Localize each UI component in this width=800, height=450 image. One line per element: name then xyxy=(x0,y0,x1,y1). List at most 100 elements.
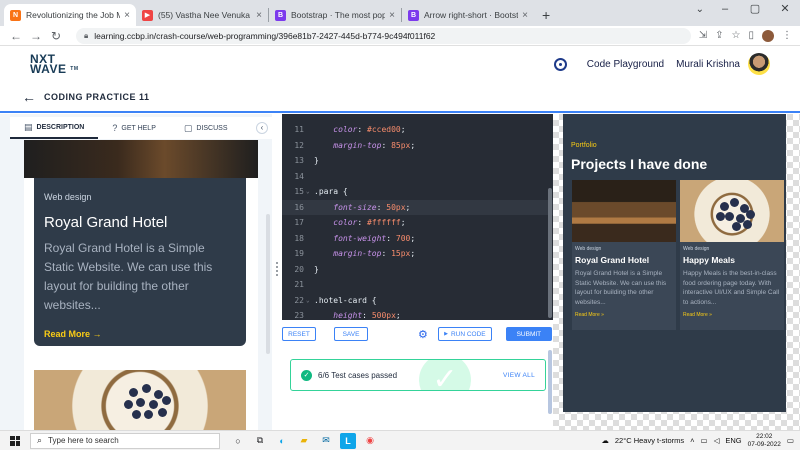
new-tab-button[interactable]: + xyxy=(542,7,550,23)
preview-card-category: Web design xyxy=(683,246,710,252)
user-avatar[interactable] xyxy=(748,53,770,75)
tab-close-icon[interactable]: × xyxy=(124,10,130,21)
minimize-icon[interactable]: – xyxy=(710,0,740,20)
editor-scrollbar[interactable] xyxy=(548,188,552,318)
code-line[interactable]: 13} xyxy=(282,153,553,169)
forward-icon[interactable]: → xyxy=(28,29,44,43)
blueberry-decoration xyxy=(158,408,167,417)
browser-tab[interactable]: B Arrow right-short · Bootstrap Icon× xyxy=(402,4,534,26)
nxtwave-logo[interactable]: NXT WAVE TM xyxy=(30,53,79,75)
back-icon[interactable]: ← xyxy=(8,29,24,43)
line-number: 23 xyxy=(294,311,304,320)
blueberry-decoration xyxy=(746,210,755,219)
code-line[interactable]: 11 color: #cced00; xyxy=(282,122,553,138)
preview-card-category: Web design xyxy=(575,246,602,252)
submit-button[interactable]: SUBMIT xyxy=(505,327,552,341)
user-name[interactable]: Murali Krishna xyxy=(676,59,740,70)
tab-discuss[interactable]: ▢ DISCUSS xyxy=(170,117,242,139)
code-playground-link[interactable]: Code Playground xyxy=(587,59,664,70)
menu-kebab-icon[interactable]: ⋮ xyxy=(782,30,792,41)
file-explorer-icon[interactable]: ▰ xyxy=(296,433,312,449)
results-scrollbar[interactable] xyxy=(548,350,552,414)
tray-chevron-icon[interactable]: ˄ xyxy=(690,436,694,445)
tab-close-icon[interactable]: × xyxy=(522,10,528,21)
preview-meals-image xyxy=(680,180,784,242)
success-check-icon: ✓ xyxy=(419,360,471,390)
language-indicator[interactable]: ENG xyxy=(725,436,741,445)
browser-tab-bar: NRevolutionizing the Job Market |×▶(55) … xyxy=(0,0,800,26)
weather-icon[interactable]: ☁ xyxy=(601,436,609,445)
l-app-icon[interactable]: L xyxy=(340,432,356,449)
url-input[interactable]: 🔒︎ learning.ccbp.in/crash-course/web-pro… xyxy=(76,27,691,44)
close-window-icon[interactable]: ✕ xyxy=(770,0,800,20)
left-scrollbar[interactable] xyxy=(266,214,270,354)
volume-icon[interactable]: ◁ xyxy=(714,436,720,445)
code-line[interactable]: 23 height: 500px; xyxy=(282,308,553,320)
code-line[interactable]: 12 margin-top: 85px; xyxy=(282,138,553,154)
blueberry-decoration xyxy=(743,220,752,229)
preview-read-more-link[interactable]: Read More » xyxy=(575,312,676,318)
clock[interactable]: 22:02 07-09-2022 xyxy=(748,433,781,449)
view-all-link[interactable]: VIEW ALL xyxy=(503,372,535,379)
nxtwave-favicon: N xyxy=(10,9,21,21)
code-line[interactable]: 17 color: #ffffff; xyxy=(282,215,553,231)
line-number: 22 xyxy=(294,295,304,305)
play-icon: ▶ xyxy=(444,331,448,337)
reload-icon[interactable]: ↻ xyxy=(48,29,64,43)
mail-icon[interactable]: ✉ xyxy=(318,433,334,449)
save-button[interactable]: SAVE xyxy=(334,327,368,341)
system-tray: ☁ 22°C Heavy t-storms ˄ ▭ ◁ ENG 22:02 07… xyxy=(601,433,800,449)
line-number: 15 xyxy=(294,187,304,197)
preview-card-title: Happy Meals xyxy=(683,255,735,265)
profile-avatar-icon[interactable] xyxy=(762,29,774,42)
task-view-icon[interactable]: ⧉ xyxy=(252,433,268,449)
collapse-panel-icon[interactable]: ‹ xyxy=(256,122,268,134)
share-icon[interactable]: ⇪ xyxy=(715,30,723,41)
output-preview[interactable]: Portfolio Projects I have done Web desig… xyxy=(563,114,786,412)
taskbar-search-input[interactable]: ⌕ Type here to search xyxy=(30,432,220,449)
settings-gear-icon[interactable]: ⚙ xyxy=(418,328,428,341)
bookmark-star-icon[interactable]: ☆ xyxy=(732,30,741,41)
sidepanel-icon[interactable]: ▯ xyxy=(748,30,754,41)
notification-icon[interactable]: ▭ xyxy=(787,436,794,445)
code-line[interactable]: 19 margin-top: 15px; xyxy=(282,246,553,262)
tab-search-icon[interactable]: ⌄ xyxy=(696,4,704,15)
description-scroll-area[interactable]: Web design Royal Grand Hotel Royal Grand… xyxy=(24,140,258,430)
browser-tab[interactable]: B Bootstrap · The most popular HTML× xyxy=(269,4,401,26)
code-line[interactable]: 20} xyxy=(282,262,553,278)
sync-icon[interactable] xyxy=(553,57,567,71)
code-editor[interactable]: 11 color: #cced00; 12 margin-top: 85px; 13… xyxy=(282,114,553,320)
left-panel: ▤ DESCRIPTION? GET HELP ▢ DISCUSS ‹ Web desig… xyxy=(0,114,272,430)
code-line[interactable]: 21 xyxy=(282,277,553,293)
resize-handle-left[interactable] xyxy=(276,262,278,276)
code-line[interactable]: 14 xyxy=(282,169,553,185)
chrome-icon[interactable]: ◉ xyxy=(362,433,378,449)
tab-get-help[interactable]: ? GET HELP xyxy=(98,117,170,139)
cortana-icon[interactable]: ○ xyxy=(230,433,246,449)
maximize-icon[interactable]: ▢ xyxy=(740,0,770,20)
weather-text[interactable]: 22°C Heavy t-storms xyxy=(615,436,684,445)
preview-read-more-link[interactable]: Read More » xyxy=(683,312,784,318)
reset-button[interactable]: RESET xyxy=(282,327,316,341)
code-line[interactable]: 15 ⌄ .para { xyxy=(282,184,553,200)
back-arrow-icon[interactable]: ← xyxy=(22,89,36,105)
browser-tab[interactable]: N Revolutionizing the Job Market |× xyxy=(4,4,136,26)
windows-start-icon[interactable] xyxy=(10,435,20,446)
edge-icon[interactable]: ◐ xyxy=(274,433,290,449)
tab-close-icon[interactable]: × xyxy=(389,10,395,21)
tab-close-icon[interactable]: × xyxy=(256,10,262,21)
blueberry-decoration xyxy=(716,212,725,221)
read-more-link[interactable]: Read More → xyxy=(44,329,236,339)
line-number: 13 xyxy=(294,156,304,166)
tab-label: DISCUSS xyxy=(196,124,228,132)
code-line[interactable]: 18 font-weight: 700; xyxy=(282,231,553,247)
browser-tab[interactable]: ▶ (55) Vastha Nee Venuka Full Song × xyxy=(136,4,268,26)
code-line[interactable]: 22 ⌄ .hotel-card { xyxy=(282,293,553,309)
line-number: 12 xyxy=(294,140,304,150)
install-icon[interactable]: ⇲ xyxy=(699,30,707,41)
run-code-button[interactable]: ▶ RUN CODE xyxy=(437,327,492,341)
tab-description[interactable]: ▤ DESCRIPTION xyxy=(10,117,99,139)
tab-label: DESCRIPTION xyxy=(36,123,85,131)
code-line[interactable]: 16 font-size: 50px; xyxy=(282,199,553,215)
network-icon[interactable]: ▭ xyxy=(701,436,708,445)
